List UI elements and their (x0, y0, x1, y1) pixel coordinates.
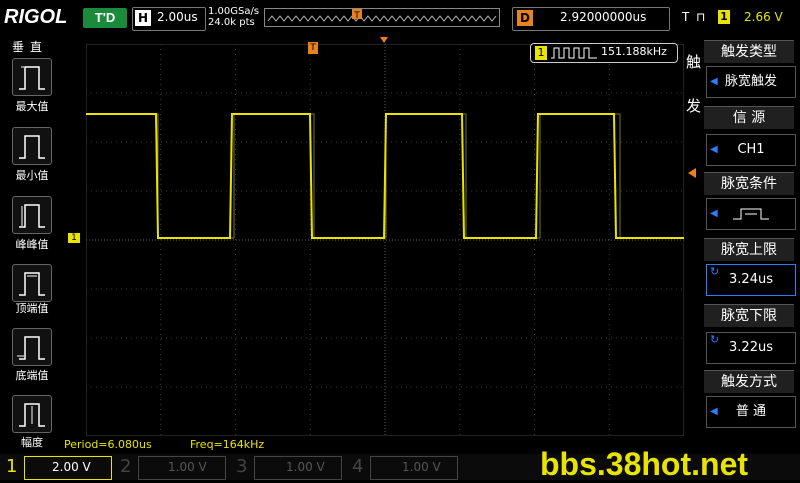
menu-arrow-icon: ◀ (710, 76, 718, 87)
trigger-label: T (682, 10, 690, 24)
trigger-level[interactable]: 2.66 V (744, 10, 783, 24)
sweep-text: 普 通 (735, 404, 767, 419)
measure-min-button[interactable] (12, 127, 52, 165)
knob-icon: ↻ (710, 333, 720, 346)
menu-source-value[interactable]: ◀ CH1 (706, 134, 796, 166)
menu-width-condition-title: 脉宽条件 (704, 172, 794, 195)
waveform-display[interactable] (86, 44, 684, 436)
menu-arrow-icon: ◀ (710, 144, 718, 155)
menu-side-title: 触 发 (686, 40, 702, 128)
ch3-scale: 1.00 V (286, 460, 325, 474)
frequency-measurement: Freq=164kHz (190, 438, 265, 451)
measure-pkpk-button[interactable] (12, 196, 52, 234)
ch2-number[interactable]: 2 (120, 456, 131, 477)
base-value-icon (17, 336, 45, 360)
knob-icon: ↻ (710, 265, 720, 278)
pulse-trigger-icon: ⊓ (696, 10, 706, 24)
ch2-scale: 1.00 V (168, 460, 207, 474)
counter-channel: 1 (535, 46, 547, 60)
forum-watermark: bbs.38hot.net (540, 446, 749, 482)
measure-min-label: 最小值 (15, 169, 49, 182)
menu-lower-limit-title: 脉宽下限 (704, 304, 794, 327)
counter-value: 151.188kHz (601, 45, 667, 58)
timebase-value: 2.00us (157, 10, 198, 24)
frequency-counter: 1 151.188kHz (530, 43, 678, 63)
width-condition-icon (733, 208, 769, 219)
measure-max-label: 最大值 (15, 100, 49, 113)
ch3-number[interactable]: 3 (236, 456, 247, 477)
menu-trigger-type-title: 触发类型 (704, 40, 794, 63)
measure-top-button[interactable] (12, 264, 52, 302)
run-stop-status[interactable]: T'D (83, 8, 127, 28)
menu-upper-limit-value[interactable]: ↻ 3.24us (706, 264, 796, 296)
brand-logo: RIGOL (4, 6, 68, 28)
menu-sweep-title: 触发方式 (704, 370, 794, 393)
menu-width-condition-value[interactable]: ◀ (706, 198, 796, 230)
delay-value: 2.92000000us (560, 10, 647, 24)
measure-base-label: 底端值 (15, 369, 49, 382)
menu-side-char: 触 (686, 53, 702, 71)
trigger-time-marker: T (308, 42, 318, 54)
amplitude-icon (19, 403, 45, 427)
trigger-type-text: 脉宽触发 (724, 74, 777, 89)
sample-rate: 1.00GSa/s (208, 6, 260, 17)
trigger-level-marker[interactable] (688, 168, 696, 178)
menu-arrow-icon: ◀ (710, 208, 718, 219)
pulse-train-icon (551, 47, 597, 59)
min-icon (19, 135, 45, 159)
menu-side-char: 发 (686, 97, 702, 115)
lower-limit-text: 3.22us (729, 340, 773, 355)
period-measurement: Period=6.080us (64, 438, 152, 451)
measure-pkpk-label: 峰峰值 (15, 238, 49, 251)
ch1-number[interactable]: 1 (6, 456, 17, 477)
menu-arrow-icon: ◀ (710, 406, 718, 417)
menu-trigger-type-value[interactable]: ◀ 脉宽触发 (706, 66, 796, 98)
measure-amp-label: 幅度 (21, 436, 43, 449)
menu-sweep-value[interactable]: ◀ 普 通 (706, 396, 796, 428)
menu-lower-limit-value[interactable]: ↻ 3.22us (706, 332, 796, 364)
upper-limit-text: 3.24us (729, 272, 773, 287)
sample-info: 1.00GSa/s 24.0k pts (208, 6, 259, 28)
menu-source-title: 信 源 (704, 106, 794, 129)
source-text: CH1 (737, 142, 765, 157)
top-value-icon (19, 272, 45, 296)
menu-upper-limit-title: 脉宽上限 (704, 238, 794, 261)
horizontal-label: H (135, 10, 151, 26)
ch1-ground-marker[interactable]: 1 (68, 233, 80, 243)
delay-center-marker (380, 37, 388, 43)
max-icon (19, 66, 45, 90)
ch4-number[interactable]: 4 (352, 456, 363, 477)
peak-peak-icon (19, 204, 45, 228)
delay-label: D (517, 10, 533, 26)
memory-window-indicator: T (264, 8, 500, 27)
measure-base-button[interactable] (12, 328, 52, 366)
ch4-scale: 1.00 V (402, 460, 441, 474)
memory-depth: 24.0k pts (208, 17, 255, 28)
vertical-measure-title: 垂直 (12, 40, 49, 54)
measure-top-label: 顶端值 (15, 302, 49, 315)
trigger-channel: 1 (718, 10, 730, 24)
ch1-scale: 2.00 V (52, 460, 91, 474)
measure-amp-button[interactable] (12, 395, 52, 433)
measure-max-button[interactable] (12, 58, 52, 96)
mem-marker-label: T (353, 11, 360, 21)
